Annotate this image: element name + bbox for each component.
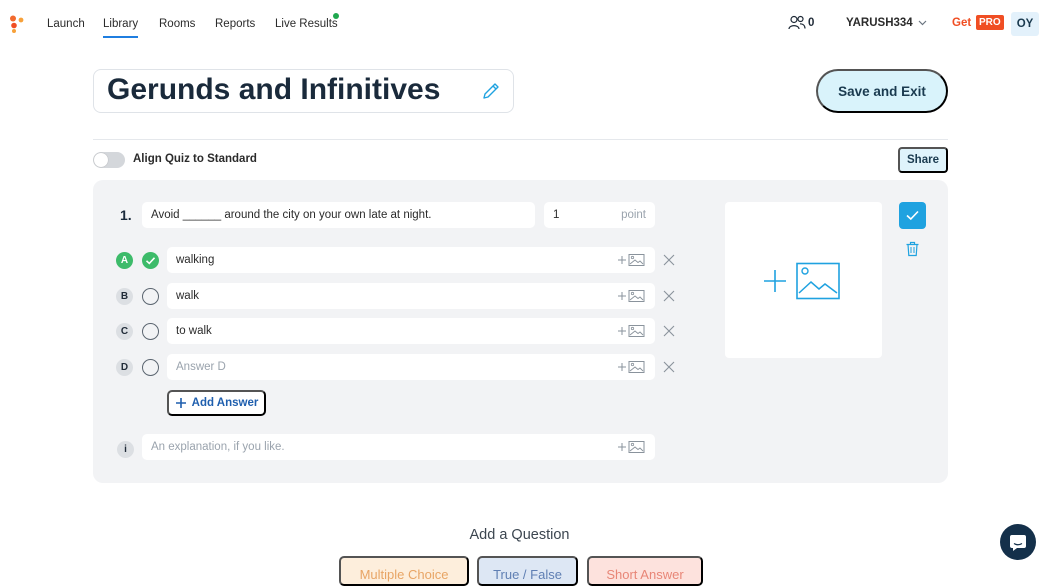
- answer-text-c: to walk: [176, 325, 212, 337]
- question-text: Avoid ______ around the city on your own…: [151, 209, 432, 221]
- nav-live-results[interactable]: Live Results: [275, 18, 338, 30]
- points-value: 1: [553, 209, 560, 221]
- divider: [93, 139, 948, 140]
- answer-letter-a: A: [116, 252, 133, 269]
- answer-placeholder-d: Answer D: [176, 361, 226, 373]
- answer-text-a: walking: [176, 254, 215, 266]
- answer-field-c[interactable]: to walk: [167, 318, 655, 344]
- add-image-icon[interactable]: [617, 324, 645, 338]
- pencil-icon[interactable]: [481, 81, 501, 101]
- explanation-placeholder: An explanation, if you like.: [151, 441, 285, 453]
- add-answer-button[interactable]: Add Answer: [167, 390, 266, 416]
- close-icon[interactable]: [663, 290, 675, 302]
- question-number: 1.: [120, 207, 132, 223]
- question-text-field[interactable]: Avoid ______ around the city on your own…: [142, 202, 535, 228]
- toggle-knob: [94, 153, 108, 167]
- add-multiple-choice-button[interactable]: Multiple Choice: [339, 556, 469, 586]
- quiz-title: Gerunds and Infinitives: [107, 73, 441, 106]
- check-icon: [906, 210, 919, 221]
- answer-field-a[interactable]: walking: [167, 247, 655, 273]
- add-short-answer-button[interactable]: Short Answer: [587, 556, 703, 586]
- points-unit: point: [621, 209, 646, 221]
- add-true-false-button[interactable]: True / False: [477, 556, 578, 586]
- close-icon[interactable]: [663, 254, 675, 266]
- nav-launch[interactable]: Launch: [47, 18, 85, 30]
- correct-answer-radio-b[interactable]: [142, 288, 159, 305]
- support-chat-button[interactable]: [1000, 524, 1036, 560]
- quiz-title-field[interactable]: Gerunds and Infinitives: [93, 69, 514, 113]
- check-icon: [145, 257, 156, 265]
- add-image-icon[interactable]: [617, 440, 645, 454]
- correct-answer-radio-d[interactable]: [142, 359, 159, 376]
- username-menu[interactable]: YARUSH334: [846, 17, 913, 29]
- question-image-dropzone[interactable]: [725, 202, 882, 358]
- roster-count: 0: [808, 17, 815, 29]
- add-question-heading: Add a Question: [469, 527, 570, 543]
- close-icon[interactable]: [663, 361, 675, 373]
- nav-reports[interactable]: Reports: [215, 18, 255, 30]
- add-image-icon[interactable]: [617, 253, 645, 267]
- answer-field-b[interactable]: walk: [167, 283, 655, 309]
- answer-letter-c: C: [116, 323, 133, 340]
- confirm-question-button[interactable]: [899, 202, 926, 229]
- align-standard-label: Align Quiz to Standard: [133, 153, 257, 165]
- nav-rooms[interactable]: Rooms: [159, 18, 195, 30]
- top-nav: Launch Library Rooms Reports Live Result…: [0, 0, 1039, 50]
- share-button[interactable]: Share: [898, 147, 948, 173]
- explanation-marker: i: [117, 441, 134, 458]
- add-image-icon[interactable]: [617, 289, 645, 303]
- people-icon[interactable]: [788, 15, 806, 31]
- socrative-logo-icon[interactable]: [9, 15, 25, 33]
- save-and-exit-button[interactable]: Save and Exit: [816, 69, 948, 113]
- plus-icon: [175, 398, 186, 408]
- chat-icon: [1010, 535, 1026, 551]
- close-icon[interactable]: [663, 325, 675, 337]
- nav-library[interactable]: Library: [103, 18, 139, 38]
- live-indicator-dot: [333, 13, 339, 19]
- explanation-field[interactable]: An explanation, if you like.: [142, 434, 655, 460]
- points-field[interactable]: 1 point: [544, 202, 655, 228]
- correct-answer-radio-c[interactable]: [142, 323, 159, 340]
- trash-icon[interactable]: [905, 241, 920, 257]
- align-standard-toggle[interactable]: [93, 152, 125, 168]
- add-image-icon[interactable]: [617, 360, 645, 374]
- chevron-down-icon[interactable]: [918, 20, 927, 26]
- avatar[interactable]: OY: [1011, 12, 1039, 36]
- answer-letter-b: B: [116, 288, 133, 305]
- answer-letter-d: D: [116, 359, 133, 376]
- pro-badge[interactable]: PRO: [976, 15, 1004, 30]
- answer-text-b: walk: [176, 290, 200, 302]
- get-pro-label[interactable]: Get: [952, 17, 971, 29]
- add-answer-label: Add Answer: [191, 397, 259, 409]
- correct-answer-radio-a[interactable]: [142, 252, 159, 269]
- answer-field-d[interactable]: Answer D: [167, 354, 655, 380]
- add-image-icon: [764, 262, 840, 300]
